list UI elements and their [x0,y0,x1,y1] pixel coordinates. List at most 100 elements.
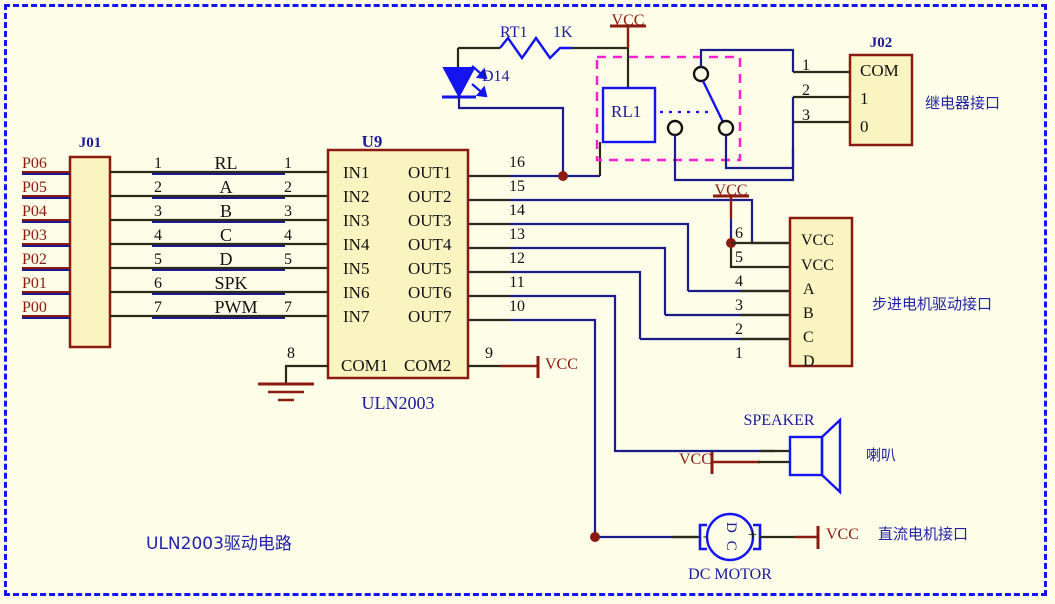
stepper-pin-4: 4 [735,273,743,290]
j02-annotation: 继电器接口 [925,94,1001,112]
net-label-p05: P05 [22,179,47,196]
motor-vcc-label: VCC [826,526,859,543]
diagram-title: ULN2003驱动电路 [146,534,292,554]
u9-pin-11: 11 [509,274,525,291]
u9-pin-14: 14 [509,202,525,219]
rt1-ref-label: RT1 [500,24,528,41]
rt1-value-label: 1K [553,24,573,41]
rt1-resistor-symbol [499,35,572,61]
u9-in1-label: IN1 [343,163,370,182]
out3-stepper-wire [510,222,690,291]
out2-stepper-wire [510,198,754,243]
wire-label-pwm: PWM [214,297,258,317]
j02-pin-3: 3 [802,107,810,124]
com2-vcc-label: VCC [545,356,578,373]
stepper-vcc-label: VCC [714,182,748,199]
speaker-label: SPEAKER [743,412,815,429]
stepper-label-d: D [803,353,815,370]
u9-out1-label: OUT1 [408,163,452,182]
wire-label-b: B [219,201,233,221]
u9-in-pin-3: 3 [284,203,292,220]
net-label-p04: P04 [22,203,47,220]
j01-pin-3: 3 [154,203,162,220]
stepper-pin-3: 3 [735,297,743,314]
stepper-pin-2: 2 [735,321,743,338]
stepper-annotation: 步进电机驱动接口 [872,295,993,313]
j01-pin-4: 4 [154,227,162,244]
j02-ref: J02 [869,35,893,51]
out7-motor-wire [510,318,597,537]
rt1-d14-branch [442,35,628,108]
u9-in-pin-4: 4 [284,227,292,244]
stepper-pin-5: 5 [735,249,743,266]
j02-pin-label-1: 1 [860,89,869,108]
j02-pin-1: 1 [802,57,810,74]
net-label-p03: P03 [22,227,47,244]
j01-pin-1: 1 [154,155,162,172]
j02-pin-label-0: 0 [860,117,869,136]
net-label-p00: P00 [22,299,47,316]
u9-out4-label: OUT4 [408,235,452,254]
d14-ref-label: D14 [482,68,510,85]
u9-in6-label: IN6 [343,283,370,302]
rl1-ref-label: RL1 [611,102,642,121]
j02-pin-label-com: COM [860,61,899,80]
stepper-pin-6: 6 [735,225,743,242]
com2-vcc-net [468,356,540,378]
stepper-pin-1: 1 [735,345,743,362]
motor-plus-sign: + [748,527,758,544]
u9-ref: U9 [361,132,383,151]
relay-vcc-label: VCC [611,12,645,29]
dc-motor-label: DC MOTOR [688,566,772,583]
u9-in-pin-7: 7 [284,299,292,316]
out5-stepper-wire [510,270,642,339]
stepper-label-c: C [803,329,814,346]
wire-label-d: D [219,249,233,269]
speaker-annotation: 喇叭 [866,446,897,464]
j01-pin-7: 7 [154,299,162,316]
net-label-p01: P01 [22,275,47,292]
u9-out6-label: OUT6 [408,283,452,302]
u9-com2-label: COM2 [404,356,452,375]
motor-annotation: 直流电机接口 [878,525,969,543]
speaker-vcc-net [710,452,790,474]
wire-label-c: C [219,225,233,245]
motor-minus-sign: - [703,529,708,544]
u9-pin-8: 8 [287,345,295,362]
u9-pin-10: 10 [509,298,525,315]
u9-out3-label: OUT3 [408,211,452,230]
u9-pin-15: 15 [509,178,525,195]
speaker-symbol [788,417,842,495]
j01-pin-6: 6 [154,275,162,292]
j02-pin-2: 2 [802,82,810,99]
motor-inner-text: D C [723,522,739,553]
u9-com1-label: COM1 [341,356,389,375]
speaker-vcc-label: VCC [679,451,712,468]
stepper-label-vcc-1: VCC [801,232,834,249]
j01-pin-2: 2 [154,179,162,196]
motor-vcc-net [760,526,820,549]
j01-body [68,155,112,349]
junction-dot-out1 [558,171,568,181]
u9-out7-label: OUT7 [408,307,452,326]
u9-pin-9: 9 [485,345,493,362]
u9-in3-label: IN3 [343,211,370,230]
out4-stepper-wire [510,246,667,315]
u9-in5-label: IN5 [343,259,370,278]
u9-pin-13: 13 [509,226,525,243]
stepper-label-b: B [803,305,814,322]
u9-out5-label: OUT5 [408,259,452,278]
j01-ref: J01 [78,135,102,151]
stepper-label-a: A [803,281,815,298]
stepper-label-vcc-2: VCC [801,257,834,274]
net-label-p02: P02 [22,251,47,268]
wire-label-a: A [219,177,233,197]
u9-part-name: ULN2003 [361,393,435,413]
u9-in-pin-2: 2 [284,179,292,196]
schematic-canvas: J01 P06 P05 P04 P03 P02 P01 P00 1 2 3 4 … [0,0,1055,604]
u9-pin-16: 16 [509,154,525,171]
u9-out-stubs [468,174,510,322]
wire-label-spk: SPK [214,273,248,293]
u9-in-pin-5: 5 [284,251,292,268]
u9-pin-12: 12 [509,250,525,267]
